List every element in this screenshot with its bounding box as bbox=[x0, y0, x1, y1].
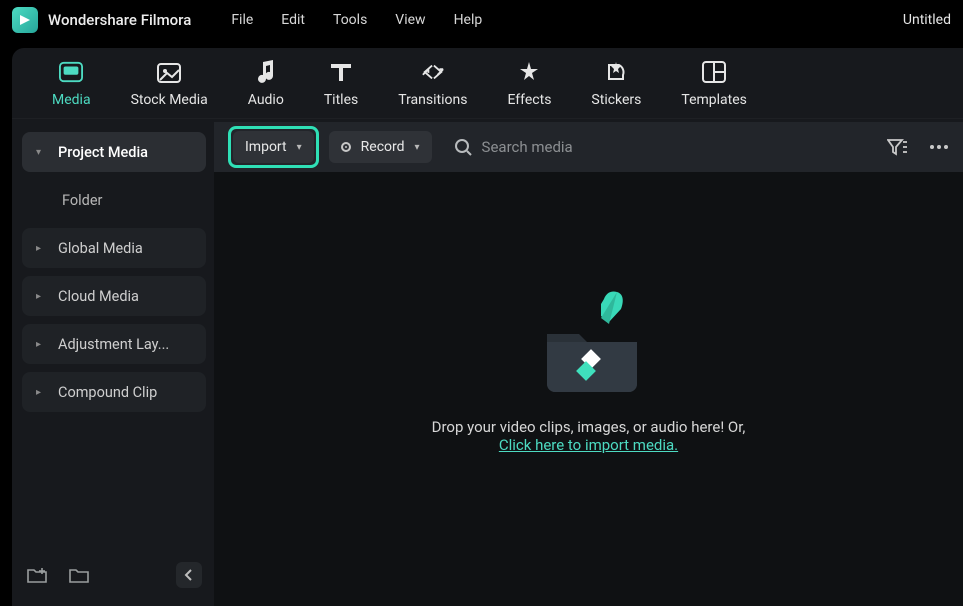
more-icon[interactable] bbox=[929, 144, 949, 150]
tab-stock-media-label: Stock Media bbox=[131, 92, 208, 108]
sidebar-item-label: Compound Clip bbox=[58, 384, 157, 401]
sidebar-item-adjustment-layer[interactable]: ▸ Adjustment Lay... bbox=[22, 324, 206, 364]
sidebar-item-label: Cloud Media bbox=[58, 288, 139, 305]
chevron-down-icon: ▾ bbox=[415, 142, 420, 153]
toolbar-right bbox=[887, 138, 949, 156]
effects-icon bbox=[517, 60, 541, 84]
chevron-down-icon: ▾ bbox=[297, 142, 302, 153]
chevron-right-icon: ▸ bbox=[36, 243, 46, 254]
chevron-right-icon: ▸ bbox=[36, 339, 46, 350]
tab-stickers[interactable]: Stickers bbox=[591, 60, 641, 108]
import-highlight: Import ▾ bbox=[228, 126, 319, 168]
record-label: Record bbox=[361, 139, 405, 155]
sidebar-item-project-media[interactable]: ▾ Project Media bbox=[22, 132, 206, 172]
drop-text: Drop your video clips, images, or audio … bbox=[432, 418, 746, 436]
workspace: Media Stock Media Audio Titles Transitio… bbox=[12, 48, 963, 606]
tab-audio[interactable]: Audio bbox=[248, 60, 284, 108]
media-main: Import ▾ Record ▾ bbox=[214, 122, 963, 606]
tab-audio-label: Audio bbox=[248, 92, 284, 108]
tab-media[interactable]: Media bbox=[52, 60, 91, 108]
import-link[interactable]: Click here to import media. bbox=[432, 436, 746, 454]
tab-titles[interactable]: Titles bbox=[324, 60, 358, 108]
tab-transitions[interactable]: Transitions bbox=[398, 60, 467, 108]
sidebar-bottom bbox=[22, 556, 206, 598]
module-tabbar: Media Stock Media Audio Titles Transitio… bbox=[12, 48, 963, 119]
tab-transitions-label: Transitions bbox=[398, 92, 467, 108]
menu-tools[interactable]: Tools bbox=[333, 12, 367, 28]
tab-templates[interactable]: Templates bbox=[681, 60, 747, 108]
search-wrap bbox=[454, 138, 877, 156]
audio-icon bbox=[254, 60, 278, 84]
sidebar-item-label: Global Media bbox=[58, 240, 143, 257]
search-icon bbox=[454, 138, 472, 156]
search-input[interactable] bbox=[482, 138, 682, 156]
tab-stock-media[interactable]: Stock Media bbox=[131, 60, 208, 108]
transitions-icon bbox=[421, 60, 445, 84]
menu-help[interactable]: Help bbox=[454, 12, 483, 28]
titles-icon bbox=[329, 60, 353, 84]
drop-stage[interactable]: Drop your video clips, images, or audio … bbox=[214, 172, 963, 606]
sidebar-item-label: Folder bbox=[62, 192, 102, 209]
sidebar-item-cloud-media[interactable]: ▸ Cloud Media bbox=[22, 276, 206, 316]
tab-templates-label: Templates bbox=[681, 92, 747, 108]
sidebar-item-label: Adjustment Lay... bbox=[58, 336, 169, 353]
stickers-icon bbox=[604, 60, 628, 84]
media-toolbar: Import ▾ Record ▾ bbox=[214, 122, 963, 172]
sidebar-item-label: Project Media bbox=[58, 144, 148, 161]
import-dropdown[interactable]: Import ▾ bbox=[233, 131, 314, 163]
record-icon bbox=[341, 142, 351, 152]
menu-edit[interactable]: Edit bbox=[281, 12, 305, 28]
tab-stickers-label: Stickers bbox=[591, 92, 641, 108]
collapse-sidebar-button[interactable] bbox=[176, 562, 202, 588]
sidebar-item-compound-clip[interactable]: ▸ Compound Clip bbox=[22, 372, 206, 412]
titlebar: Wondershare Filmora File Edit Tools View… bbox=[0, 0, 963, 40]
main-menu: File Edit Tools View Help bbox=[231, 12, 482, 28]
chevron-down-icon: ▾ bbox=[36, 147, 46, 158]
templates-icon bbox=[702, 60, 726, 84]
stock-media-icon bbox=[157, 60, 181, 84]
chevron-right-icon: ▸ bbox=[36, 387, 46, 398]
record-dropdown[interactable]: Record ▾ bbox=[329, 131, 432, 163]
media-sidebar: ▾ Project Media Folder ▸ Global Media ▸ … bbox=[12, 122, 214, 606]
menu-file[interactable]: File bbox=[231, 12, 253, 28]
import-folder-icon bbox=[529, 284, 649, 394]
tab-titles-label: Titles bbox=[324, 92, 358, 108]
folder-icon[interactable] bbox=[68, 564, 90, 586]
filter-icon[interactable] bbox=[887, 138, 907, 156]
media-icon bbox=[59, 60, 83, 84]
tab-effects-label: Effects bbox=[507, 92, 551, 108]
app-logo-icon bbox=[12, 7, 38, 33]
chevron-right-icon: ▸ bbox=[36, 291, 46, 302]
document-title: Untitled bbox=[903, 12, 951, 28]
app-name: Wondershare Filmora bbox=[48, 11, 191, 29]
menu-view[interactable]: View bbox=[395, 12, 425, 28]
sidebar-item-global-media[interactable]: ▸ Global Media bbox=[22, 228, 206, 268]
import-label: Import bbox=[245, 139, 287, 155]
sidebar-item-folder[interactable]: Folder bbox=[22, 180, 206, 220]
new-folder-icon[interactable] bbox=[26, 564, 48, 586]
tab-media-label: Media bbox=[52, 92, 91, 108]
tab-effects[interactable]: Effects bbox=[507, 60, 551, 108]
